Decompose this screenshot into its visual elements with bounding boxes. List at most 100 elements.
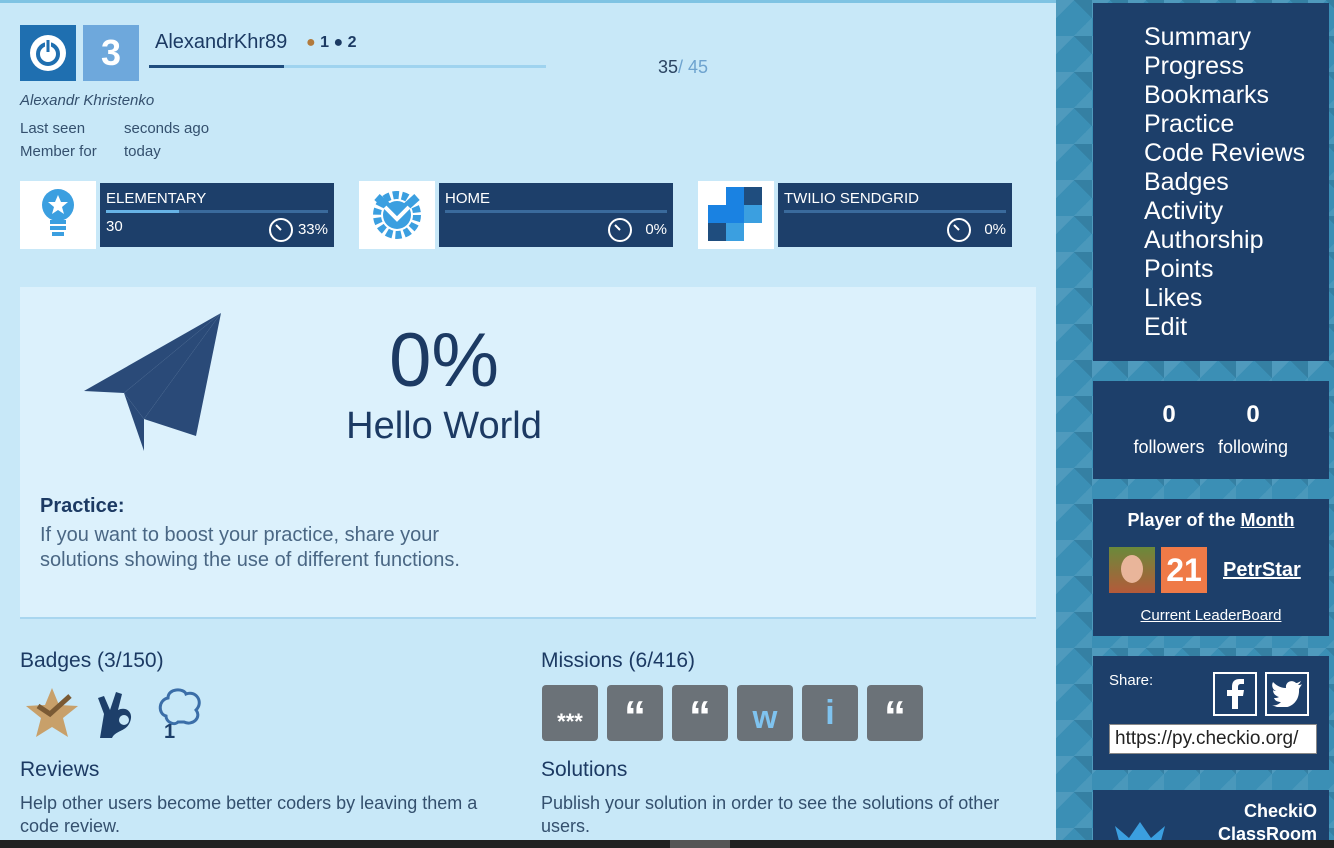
- island-progress-bar: [106, 210, 328, 213]
- following-count[interactable]: 0: [1213, 401, 1293, 429]
- reviews-text: Help other users become better coders by…: [20, 793, 478, 836]
- menu-item-progress[interactable]: Progress: [1144, 52, 1244, 81]
- practice-panel: 0% Hello World Practice: If you want to …: [20, 287, 1036, 619]
- bronze-dot-icon: ●: [306, 34, 316, 51]
- potm-month-link[interactable]: Month: [1241, 510, 1295, 530]
- island-body: ELEMENTARY 30 33%: [100, 183, 334, 247]
- dark-dot-icon: ●: [333, 34, 344, 51]
- member-for-row: Member for today: [20, 143, 161, 160]
- facebook-share-button[interactable]: [1213, 672, 1257, 716]
- rank-dark-count: 2: [347, 34, 357, 51]
- reviews-title[interactable]: Reviews: [20, 758, 99, 782]
- island-body: HOME 0%: [439, 183, 673, 247]
- player-of-the-month: Player of the Month 21 PetrStar Current …: [1093, 499, 1329, 636]
- followers-count[interactable]: 0: [1129, 401, 1209, 429]
- menu-item-activity[interactable]: Activity: [1144, 197, 1223, 226]
- mission-tile[interactable]: “: [867, 685, 923, 741]
- mission-tile[interactable]: ***: [542, 685, 598, 741]
- member-for-value: today: [124, 143, 161, 160]
- brain-badge-icon[interactable]: 1: [156, 686, 204, 740]
- menu-item-edit[interactable]: Edit: [1144, 313, 1187, 342]
- username[interactable]: AlexandrKhr89: [155, 31, 287, 54]
- gear-shield-icon: [359, 181, 435, 249]
- menu-item-authorship[interactable]: Authorship: [1144, 226, 1264, 255]
- potm-username[interactable]: PetrStar: [1223, 559, 1301, 582]
- member-for-label: Member for: [20, 143, 97, 160]
- real-name: Alexandr Khristenko: [20, 92, 155, 109]
- sidebar-menu: Summary Progress Bookmarks Practice Code…: [1093, 3, 1329, 361]
- horizontal-scrollbar[interactable]: [0, 840, 1334, 848]
- mission-tile-glyph: “: [624, 692, 646, 741]
- menu-item-code-reviews[interactable]: Code Reviews: [1144, 139, 1305, 168]
- practice-text: If you want to boost your practice, shar…: [40, 524, 460, 571]
- island-body: TWILIO SENDGRID 0%: [778, 183, 1012, 247]
- island-elementary[interactable]: ELEMENTARY 30 33%: [20, 181, 334, 249]
- xp-progress-bar: [149, 65, 546, 68]
- menu-item-practice[interactable]: Practice: [1144, 110, 1234, 139]
- mission-progress-percent: 0%: [389, 318, 499, 403]
- xp-current: 35: [658, 57, 679, 77]
- scrollbar-thumb[interactable]: [670, 840, 730, 848]
- paper-plane-icon: [84, 313, 221, 451]
- sendgrid-logo-icon: [698, 181, 774, 249]
- rank-dots: ● 1 ● 2: [306, 34, 357, 52]
- mission-tile[interactable]: w: [737, 685, 793, 741]
- leaderboard-link[interactable]: Current LeaderBoard: [1093, 607, 1329, 624]
- badges-title[interactable]: Badges (3/150): [20, 649, 164, 673]
- xp-progress-fill: [149, 65, 284, 68]
- mission-tile[interactable]: “: [607, 685, 663, 741]
- island-twilio-sendgrid[interactable]: TWILIO SENDGRID 0%: [698, 181, 1012, 249]
- power-icon[interactable]: [20, 25, 76, 81]
- island-progress-bar: [445, 210, 667, 213]
- menu-item-likes[interactable]: Likes: [1144, 284, 1202, 313]
- potm-title-prefix: Player of the: [1127, 510, 1241, 530]
- rank-bronze-count: 1: [320, 34, 330, 51]
- island-name: TWILIO SENDGRID: [784, 190, 920, 207]
- share-label: Share:: [1109, 672, 1154, 689]
- main-content: 3 AlexandrKhr89 ● 1 ● 2 35/ 45 Alexandr …: [0, 0, 1056, 848]
- followers-label[interactable]: followers: [1124, 437, 1214, 458]
- solutions-title[interactable]: Solutions: [541, 758, 627, 782]
- svg-text:1: 1: [164, 721, 175, 740]
- island-progress-bar: [784, 210, 1006, 213]
- mission-tile[interactable]: “: [672, 685, 728, 741]
- share-url-input[interactable]: https://py.checkio.org/: [1109, 724, 1317, 754]
- island-name: ELEMENTARY: [106, 190, 207, 207]
- classroom-line1: CheckiO: [1243, 801, 1317, 821]
- menu-item-bookmarks[interactable]: Bookmarks: [1144, 81, 1269, 110]
- ok-hand-badge-icon[interactable]: [94, 686, 138, 740]
- level-badge: 3: [83, 25, 139, 81]
- speedometer-icon: [608, 218, 632, 242]
- menu-item-summary[interactable]: Summary: [1144, 23, 1251, 52]
- island-percent: 33%: [297, 221, 328, 238]
- following-label[interactable]: following: [1208, 437, 1298, 458]
- lightbulb-icon: [20, 181, 96, 249]
- island-count: 30: [106, 218, 123, 235]
- potm-level-badge: 21: [1161, 547, 1207, 593]
- mission-title[interactable]: Hello World: [320, 405, 568, 448]
- last-seen-row: Last seen seconds ago: [20, 120, 209, 137]
- mission-tile-glyph: ***: [557, 709, 583, 734]
- mission-tile-glyph: i: [825, 693, 835, 732]
- island-progress-fill: [106, 210, 180, 213]
- island-home[interactable]: HOME 0%: [359, 181, 673, 249]
- solutions-text: Publish your solution in order to see th…: [541, 793, 1000, 836]
- island-name: HOME: [445, 190, 490, 207]
- potm-title: Player of the Month: [1093, 510, 1329, 531]
- menu-item-points[interactable]: Points: [1144, 255, 1213, 284]
- speedometer-icon: [269, 218, 293, 242]
- island-percent: 0%: [984, 221, 1006, 238]
- avatar[interactable]: [1109, 547, 1155, 593]
- island-percent: 0%: [645, 221, 667, 238]
- practice-heading: Practice:: [40, 495, 125, 517]
- mission-tile[interactable]: i: [802, 685, 858, 741]
- last-seen-value: seconds ago: [124, 120, 210, 137]
- missions-title[interactable]: Missions (6/416): [541, 649, 695, 673]
- mission-tile-glyph: “: [689, 692, 711, 741]
- star-badge-icon[interactable]: [24, 686, 80, 740]
- share-box: Share: https://py.checkio.org/: [1093, 656, 1329, 770]
- mission-tile-glyph: “: [884, 692, 906, 741]
- menu-item-badges[interactable]: Badges: [1144, 168, 1229, 197]
- twitter-share-button[interactable]: [1265, 672, 1309, 716]
- follow-stats: 0 0 followers following: [1093, 381, 1329, 479]
